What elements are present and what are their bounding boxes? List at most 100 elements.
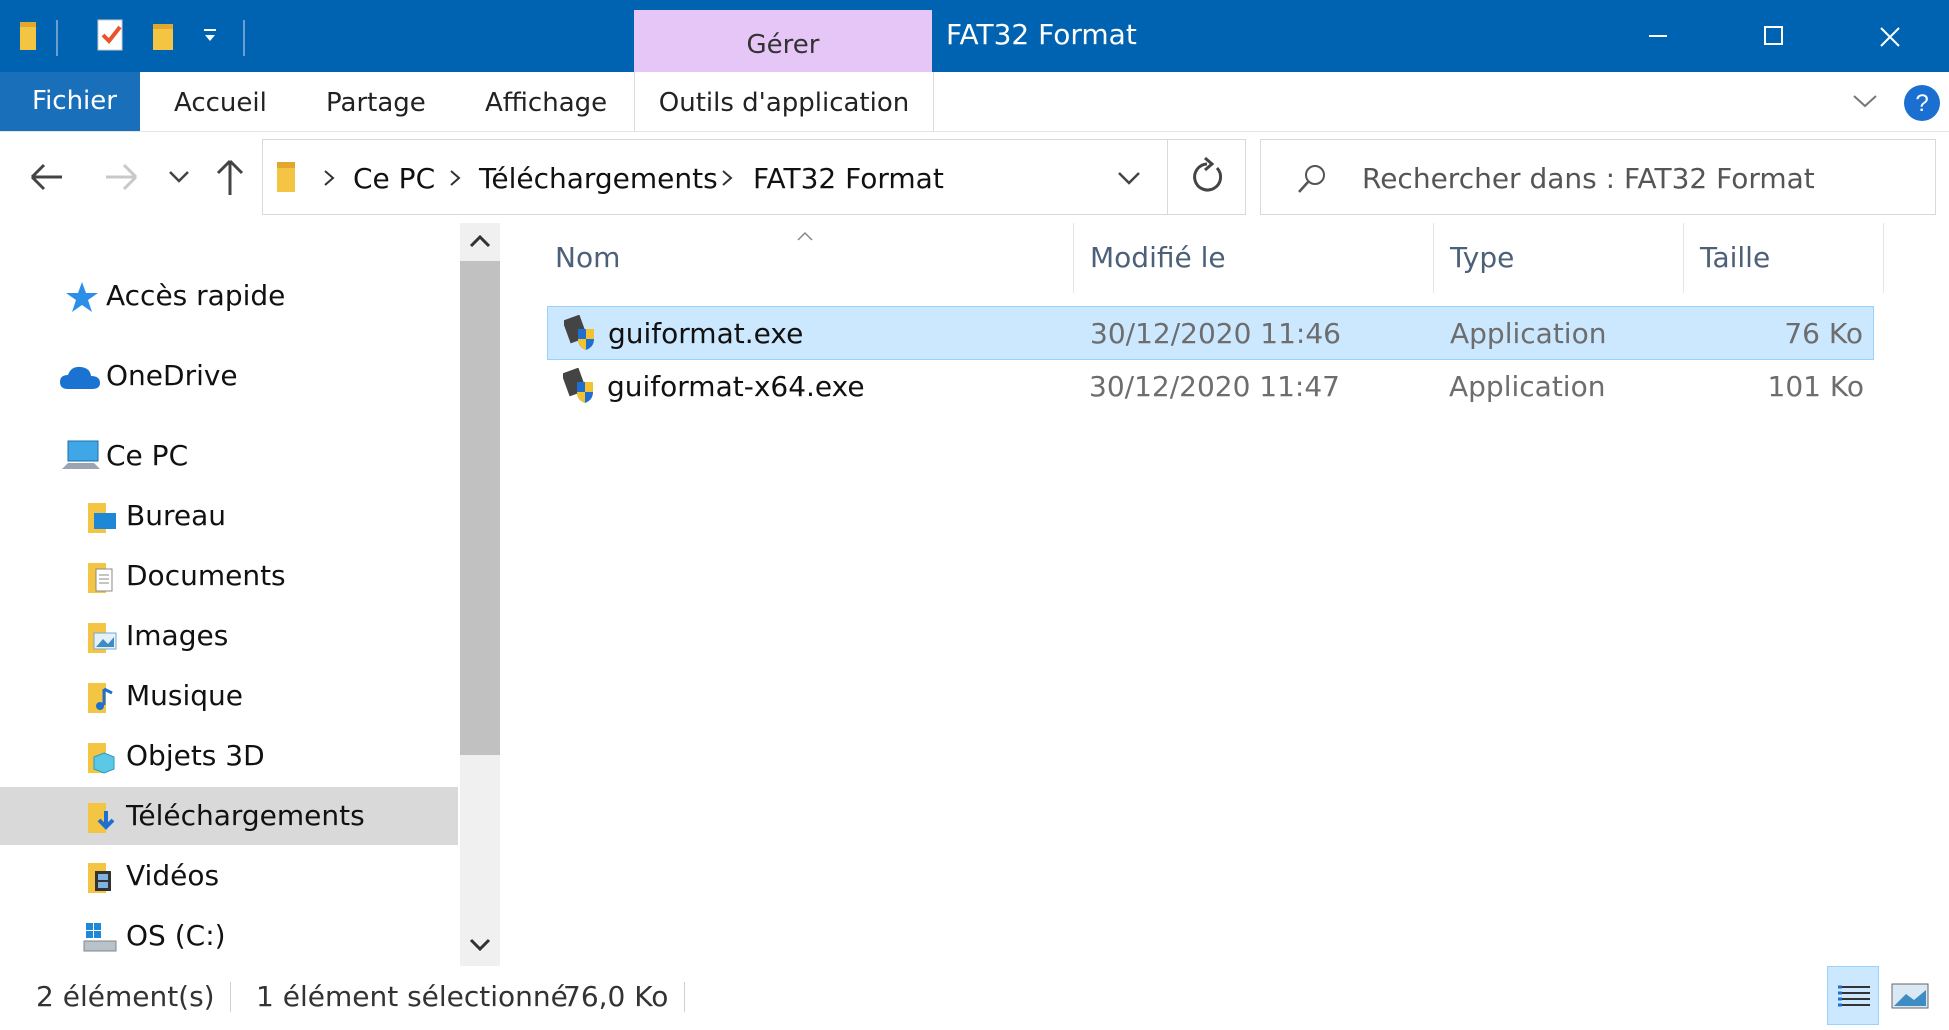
large-icons-view-button[interactable] bbox=[1884, 966, 1936, 1025]
status-bar: 2 élément(s) 1 élément sélectionné 76,0 … bbox=[0, 966, 1949, 1025]
tab-home[interactable]: Accueil bbox=[174, 88, 267, 118]
column-header-modified[interactable]: Modifié le bbox=[1090, 241, 1226, 274]
file-list: Nom Modifié le Type Taille guiformat.exe… bbox=[500, 223, 1949, 966]
toolbar-separator bbox=[56, 20, 58, 56]
sidebar-item-pictures[interactable]: Images bbox=[0, 607, 458, 665]
details-view-button[interactable] bbox=[1827, 966, 1879, 1025]
videos-folder-icon bbox=[86, 859, 118, 899]
sidebar-item-documents[interactable]: Documents bbox=[0, 547, 458, 605]
status-separator bbox=[230, 982, 231, 1012]
column-header-size[interactable]: Taille bbox=[1700, 241, 1770, 274]
close-button[interactable] bbox=[1832, 0, 1948, 72]
manage-context-tab[interactable]: Gérer bbox=[634, 10, 932, 72]
minimize-button[interactable] bbox=[1600, 0, 1716, 72]
scroll-up-chevron-icon[interactable] bbox=[468, 231, 492, 255]
sidebar-item-label: OneDrive bbox=[106, 359, 238, 392]
sidebar-item-downloads[interactable]: Téléchargements bbox=[0, 787, 458, 845]
tab-file[interactable]: Fichier bbox=[0, 72, 140, 131]
file-name: guiformat.exe bbox=[608, 317, 804, 350]
sidebar-item-onedrive[interactable]: OneDrive bbox=[0, 347, 458, 405]
breadcrumb-item[interactable]: Ce PC bbox=[353, 162, 435, 195]
refresh-button[interactable] bbox=[1168, 139, 1246, 215]
file-type: Application bbox=[1449, 370, 1606, 403]
search-box[interactable]: Rechercher dans : FAT32 Format bbox=[1260, 139, 1936, 215]
navigation-bar: Ce PC Téléchargements FAT32 Format Reche… bbox=[0, 131, 1949, 223]
recent-locations-chevron-icon[interactable] bbox=[166, 167, 192, 191]
column-divider[interactable] bbox=[1073, 223, 1074, 293]
sidebar-item-label: Images bbox=[126, 619, 229, 652]
sidebar-item-this-pc[interactable]: Ce PC bbox=[0, 427, 458, 485]
selection-size: 76,0 Ko bbox=[563, 980, 669, 1013]
forward-button[interactable] bbox=[102, 159, 140, 199]
column-divider[interactable] bbox=[1433, 223, 1434, 293]
window-title: FAT32 Format bbox=[946, 18, 1137, 51]
maximize-button[interactable] bbox=[1716, 0, 1832, 72]
title-bar: Gérer FAT32 Format bbox=[0, 0, 1949, 72]
sidebar-item-label: Ce PC bbox=[106, 439, 189, 472]
sidebar-item-label: Documents bbox=[126, 559, 286, 592]
details-view-icon bbox=[1838, 985, 1870, 1007]
cloud-icon bbox=[58, 363, 102, 397]
desktop-folder-icon bbox=[86, 499, 118, 539]
column-divider[interactable] bbox=[1883, 223, 1884, 293]
item-count: 2 élément(s) bbox=[36, 980, 215, 1013]
file-modified: 30/12/2020 11:47 bbox=[1089, 370, 1340, 403]
toolbar-separator bbox=[243, 20, 245, 56]
new-folder-icon[interactable] bbox=[150, 18, 178, 56]
music-folder-icon bbox=[86, 679, 118, 719]
back-button[interactable] bbox=[28, 159, 66, 199]
tab-application-tools[interactable]: Outils d'application bbox=[634, 72, 934, 131]
folder-icon bbox=[273, 158, 303, 200]
help-icon[interactable]: ? bbox=[1903, 84, 1941, 126]
sidebar-item-3d-objects[interactable]: Objets 3D bbox=[0, 727, 458, 785]
column-header-name[interactable]: Nom bbox=[555, 241, 620, 274]
expand-ribbon-chevron-icon[interactable] bbox=[1850, 86, 1880, 120]
sidebar-item-quick-access[interactable]: Accès rapide bbox=[0, 267, 458, 325]
breadcrumb-separator-icon[interactable] bbox=[719, 168, 735, 192]
customize-toolbar-chevron-icon[interactable] bbox=[202, 28, 218, 48]
table-row[interactable]: guiformat-x64.exe 30/12/2020 11:47 Appli… bbox=[547, 360, 1874, 414]
executable-shield-icon bbox=[562, 314, 596, 355]
drive-icon bbox=[80, 919, 120, 959]
column-header-type[interactable]: Type bbox=[1450, 241, 1514, 274]
column-divider[interactable] bbox=[1683, 223, 1684, 293]
scrollbar-thumb[interactable] bbox=[460, 261, 500, 755]
sidebar-item-label: Accès rapide bbox=[106, 279, 286, 312]
properties-icon[interactable] bbox=[96, 18, 126, 56]
sidebar-item-label: Objets 3D bbox=[126, 739, 265, 772]
table-row[interactable]: guiformat.exe 30/12/2020 11:46 Applicati… bbox=[547, 306, 1874, 360]
documents-folder-icon bbox=[86, 559, 118, 599]
computer-icon bbox=[60, 439, 102, 479]
file-size: 101 Ko bbox=[1767, 370, 1864, 403]
search-icon bbox=[1295, 162, 1329, 200]
sidebar-item-label: Musique bbox=[126, 679, 244, 712]
refresh-icon bbox=[1193, 156, 1223, 192]
breadcrumb-separator-icon[interactable] bbox=[447, 168, 463, 192]
scroll-down-chevron-icon[interactable] bbox=[468, 935, 492, 959]
status-separator bbox=[684, 982, 685, 1012]
address-bar[interactable]: Ce PC Téléchargements FAT32 Format bbox=[262, 139, 1168, 215]
search-input[interactable]: Rechercher dans : FAT32 Format bbox=[1362, 162, 1815, 195]
large-icons-view-icon bbox=[1891, 983, 1929, 1009]
tab-application-tools-label: Outils d'application bbox=[658, 88, 910, 118]
tab-share[interactable]: Partage bbox=[326, 88, 426, 118]
up-button[interactable] bbox=[214, 157, 246, 201]
sidebar-scrollbar[interactable] bbox=[460, 223, 500, 966]
folder-icon[interactable] bbox=[18, 18, 40, 56]
sidebar-item-videos[interactable]: Vidéos bbox=[0, 847, 458, 905]
tab-view[interactable]: Affichage bbox=[485, 88, 607, 118]
breadcrumb-item[interactable]: FAT32 Format bbox=[753, 162, 944, 195]
file-type: Application bbox=[1450, 317, 1607, 350]
sidebar-item-music[interactable]: Musique bbox=[0, 667, 458, 725]
address-history-chevron-icon[interactable] bbox=[1115, 166, 1143, 194]
downloads-folder-icon bbox=[86, 799, 118, 839]
sidebar-item-os-drive[interactable]: OS (C:) bbox=[0, 907, 458, 965]
executable-shield-icon bbox=[561, 367, 595, 408]
sidebar-item-label: Téléchargements bbox=[126, 799, 365, 832]
sort-ascending-icon bbox=[796, 227, 814, 246]
breadcrumb-item[interactable]: Téléchargements bbox=[479, 162, 718, 195]
sidebar-item-desktop[interactable]: Bureau bbox=[0, 487, 458, 545]
file-size: 76 Ko bbox=[1784, 317, 1863, 350]
breadcrumb-separator-icon[interactable] bbox=[321, 168, 337, 192]
3d-objects-folder-icon bbox=[86, 739, 118, 779]
